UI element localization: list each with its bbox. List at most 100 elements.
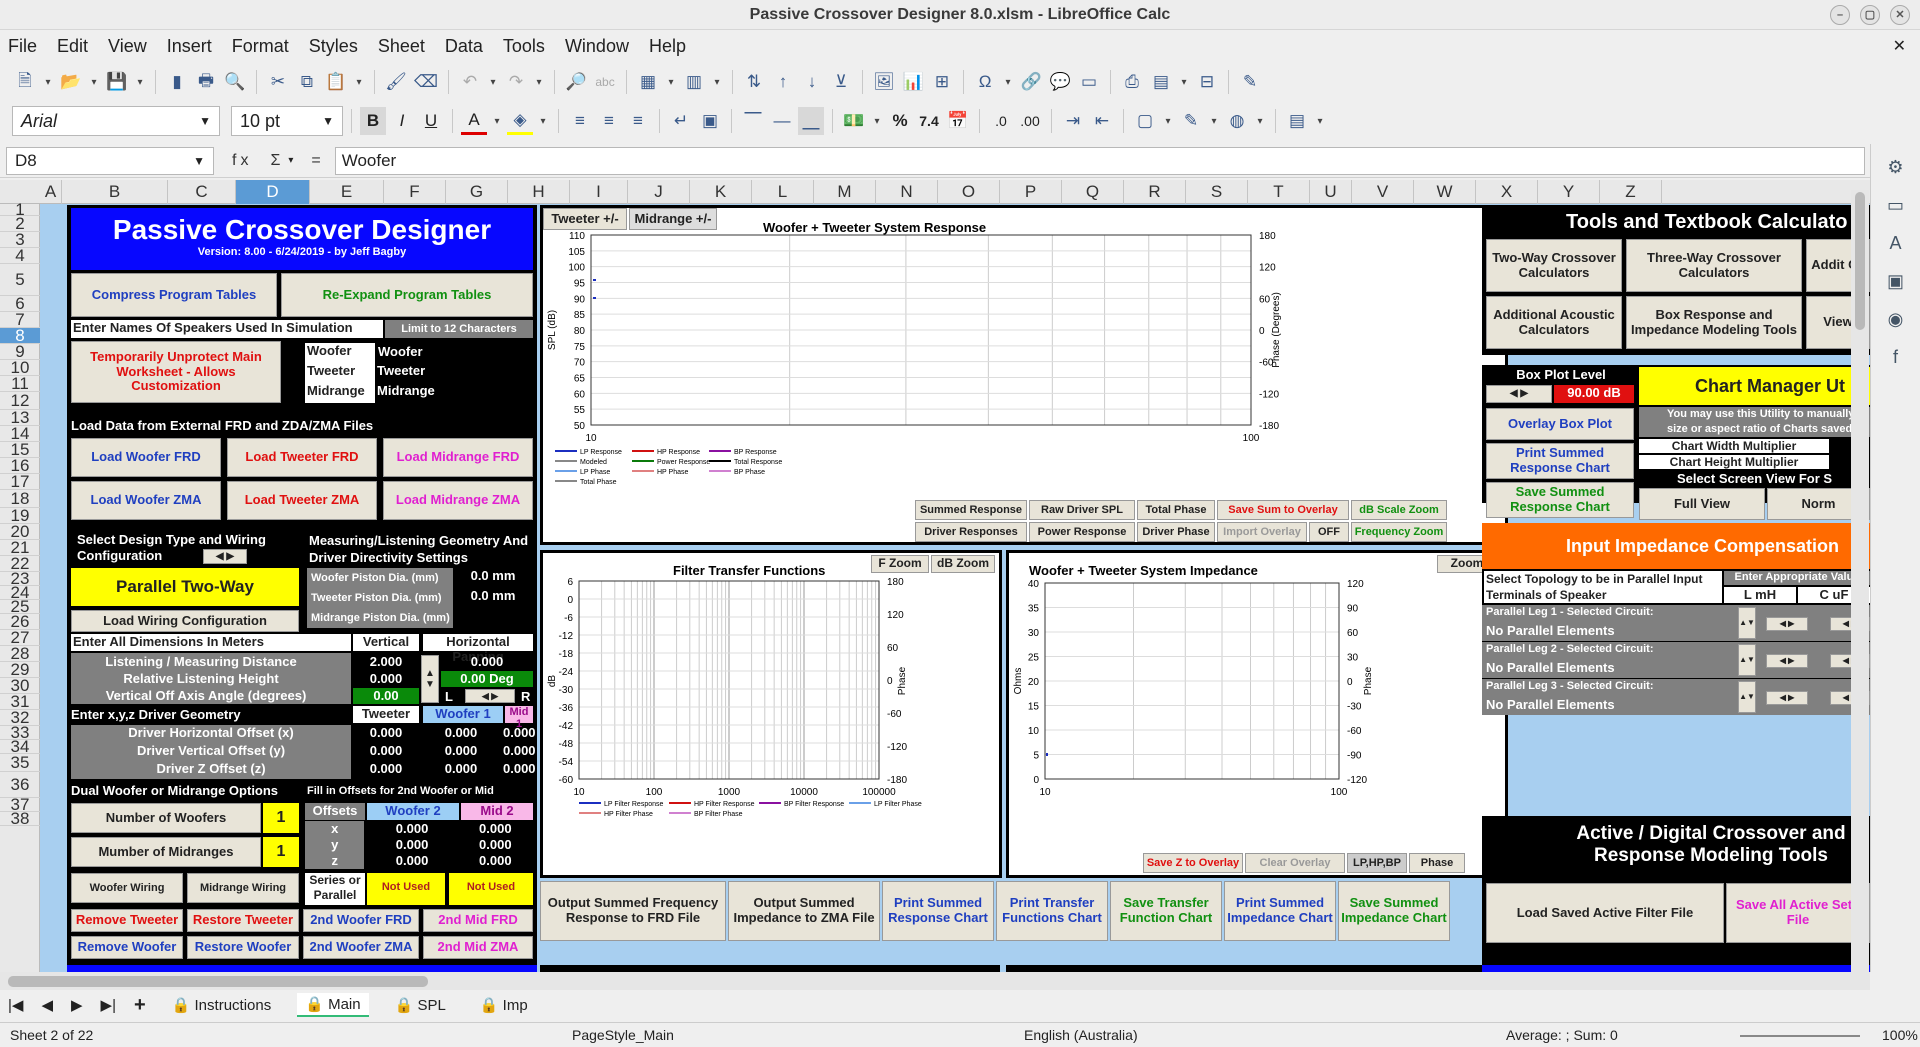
new-dropdown-icon[interactable]: ▾ [41, 68, 55, 96]
leg-circuit-value[interactable]: No Parallel Elements [1486, 660, 1615, 675]
load-tweeter-frd-button[interactable]: Load Tweeter FRD [227, 438, 377, 477]
column-header-z[interactable]: Z [1600, 180, 1662, 204]
compress-button[interactable]: Compress Program Tables [71, 273, 277, 317]
piston-woofer-value[interactable]: 0.0 mm [453, 568, 533, 588]
two-way-calculators-button[interactable]: Two-Way Crossover Calculators [1486, 239, 1622, 292]
reexpand-button[interactable]: Re-Expand Program Tables [281, 273, 533, 317]
second-mid-zma-button[interactable]: 2nd Mid ZMA [423, 936, 533, 959]
piston-tweeter-value[interactable]: 0.0 mm [453, 588, 533, 608]
remove-woofer-button[interactable]: Remove Woofer [71, 936, 183, 959]
menu-format[interactable]: Format [232, 36, 289, 57]
menu-window[interactable]: Window [565, 36, 629, 57]
column-header-p[interactable]: P [1000, 180, 1062, 204]
response-btn-2[interactable]: Total Phase [1137, 500, 1215, 520]
second-woofer-zma-button[interactable]: 2nd Woofer ZMA [303, 936, 419, 959]
menu-tools[interactable]: Tools [503, 36, 545, 57]
column-header-n[interactable]: N [876, 180, 938, 204]
output-zma-button[interactable]: Output Summed Impedance to ZMA File [728, 881, 880, 941]
tab-spl[interactable]: 🔒 SPL [387, 994, 454, 1016]
print-icon[interactable]: 🖶 [193, 68, 219, 96]
column-header-r[interactable]: R [1124, 180, 1186, 204]
column-header-e[interactable]: E [310, 180, 384, 204]
export-pdf-icon[interactable]: ▮ [164, 68, 190, 96]
leg-spinner[interactable]: ▲▼ [1738, 607, 1756, 639]
design-spinner[interactable]: ◀ ▶ [203, 549, 247, 564]
load-woofer-frd-button[interactable]: Load Woofer FRD [71, 438, 221, 477]
align-bottom-icon[interactable]: ⎽ [798, 107, 824, 135]
zoom-level[interactable]: 100% [1882, 1027, 1918, 1043]
clone-formatting-icon[interactable]: 🖌 [383, 68, 409, 96]
column-header-s[interactable]: S [1186, 180, 1248, 204]
merge-cells-icon[interactable]: ▣ [697, 107, 723, 135]
first-sheet-icon[interactable]: |◀ [8, 996, 23, 1014]
save-summed-response-chart-button[interactable]: Save Summed Response Chart [1486, 482, 1634, 518]
border-style-icon[interactable]: ✎ [1178, 107, 1204, 135]
column-header-a[interactable]: A [40, 180, 62, 204]
find-replace-icon[interactable]: 🔎 [563, 68, 589, 96]
font-size-box[interactable]: 10 pt ▼ [231, 106, 343, 136]
column-header-c[interactable]: C [168, 180, 236, 204]
sum-dropdown-icon[interactable]: ▾ [288, 155, 293, 166]
increase-indent-icon[interactable]: ⇥ [1060, 107, 1086, 135]
add-sheet-icon[interactable]: + [134, 994, 146, 1017]
borders-icon[interactable]: ▢ [1132, 107, 1158, 135]
paste-dropdown-icon[interactable]: ▾ [352, 68, 366, 96]
distance-value[interactable]: 2.000 [353, 654, 419, 669]
load-woofer-zma-button[interactable]: Load Woofer ZMA [71, 481, 221, 520]
spelling-icon[interactable]: abc [592, 68, 618, 96]
offset2-value[interactable]: 0.000 [366, 821, 457, 837]
offset2-value[interactable]: 0.000 [366, 837, 457, 853]
border-color-dropdown-icon[interactable]: ▾ [1253, 107, 1267, 135]
vertical-scrollbar[interactable] [1851, 190, 1869, 972]
column-header-g[interactable]: G [446, 180, 508, 204]
offset-value[interactable]: 0.000 [421, 725, 501, 743]
save-z-overlay-button[interactable]: Save Z to Overlay [1143, 853, 1243, 873]
offset-value[interactable]: 0.000 [503, 725, 536, 743]
output-frd-button[interactable]: Output Summed Frequency Response to FRD … [540, 881, 726, 941]
close-button[interactable]: ✕ [1890, 5, 1910, 25]
open-dropdown-icon[interactable]: ▾ [87, 68, 101, 96]
comment-icon[interactable]: 💬 [1047, 68, 1073, 96]
column-header-u[interactable]: U [1310, 180, 1352, 204]
menu-data[interactable]: Data [445, 36, 483, 57]
column-header-v[interactable]: V [1352, 180, 1414, 204]
row-dropdown-icon[interactable]: ▾ [664, 68, 678, 96]
number-midranges-value[interactable]: 1 [263, 837, 299, 867]
row-header-35[interactable]: 35 [0, 754, 40, 772]
tab-imp[interactable]: 🔒 Imp [472, 994, 536, 1016]
offset-value[interactable]: 0.000 [421, 761, 501, 779]
offset2-value[interactable]: 0.000 [366, 853, 457, 869]
offset2-value[interactable]: 0.000 [460, 853, 531, 869]
special-character-icon[interactable]: Ω [972, 68, 998, 96]
highlight-dropdown-icon[interactable]: ▾ [536, 107, 550, 135]
leg-l-spinner[interactable]: ◀ ▶ [1766, 654, 1808, 668]
restore-woofer-button[interactable]: Restore Woofer [187, 936, 299, 959]
show-draw-functions-icon[interactable]: ✎ [1237, 68, 1263, 96]
box-plot-spinner[interactable]: ◀ ▶ [1486, 385, 1552, 403]
response-btn-8[interactable]: Import Overlay [1217, 522, 1307, 542]
three-way-calculators-button[interactable]: Three-Way Crossover Calculators [1626, 239, 1802, 292]
response-btn-5[interactable]: Driver Responses [915, 522, 1027, 542]
load-tweeter-zma-button[interactable]: Load Tweeter ZMA [227, 481, 377, 520]
response-btn-1[interactable]: Raw Driver SPL [1029, 500, 1135, 520]
maximize-button[interactable]: ▢ [1860, 5, 1880, 25]
menu-help[interactable]: Help [649, 36, 686, 57]
last-sheet-icon[interactable]: ▶| [101, 996, 116, 1014]
unprotect-button[interactable]: Temporarily Unprotect Main Worksheet - A… [71, 341, 281, 403]
woofer-wiring-button[interactable]: Woofer Wiring [71, 873, 183, 903]
minimize-button[interactable]: – [1830, 5, 1850, 25]
column-header-f[interactable]: F [384, 180, 446, 204]
highlight-color-icon[interactable]: ◈ [507, 107, 533, 135]
save-transfer-function-button[interactable]: Save Transfer Function Chart [1110, 881, 1222, 941]
print-preview-icon[interactable]: 🔍 [222, 68, 248, 96]
row-icon[interactable]: ▦ [635, 68, 661, 96]
column-header-t[interactable]: T [1248, 180, 1310, 204]
image-icon[interactable]: 🖼 [871, 68, 897, 96]
midrange-wiring-button[interactable]: Midrange Wiring [187, 873, 299, 903]
woofer-not-used[interactable]: Not Used [367, 873, 445, 905]
second-mid-frd-button[interactable]: 2nd Mid FRD [423, 909, 533, 932]
column-header-y[interactable]: Y [1538, 180, 1600, 204]
print-transfer-functions-button[interactable]: Print Transfer Functions Chart [996, 881, 1108, 941]
add-decimal-icon[interactable]: .0 [988, 107, 1014, 135]
box-plot-value[interactable]: 90.00 dB [1554, 385, 1634, 403]
